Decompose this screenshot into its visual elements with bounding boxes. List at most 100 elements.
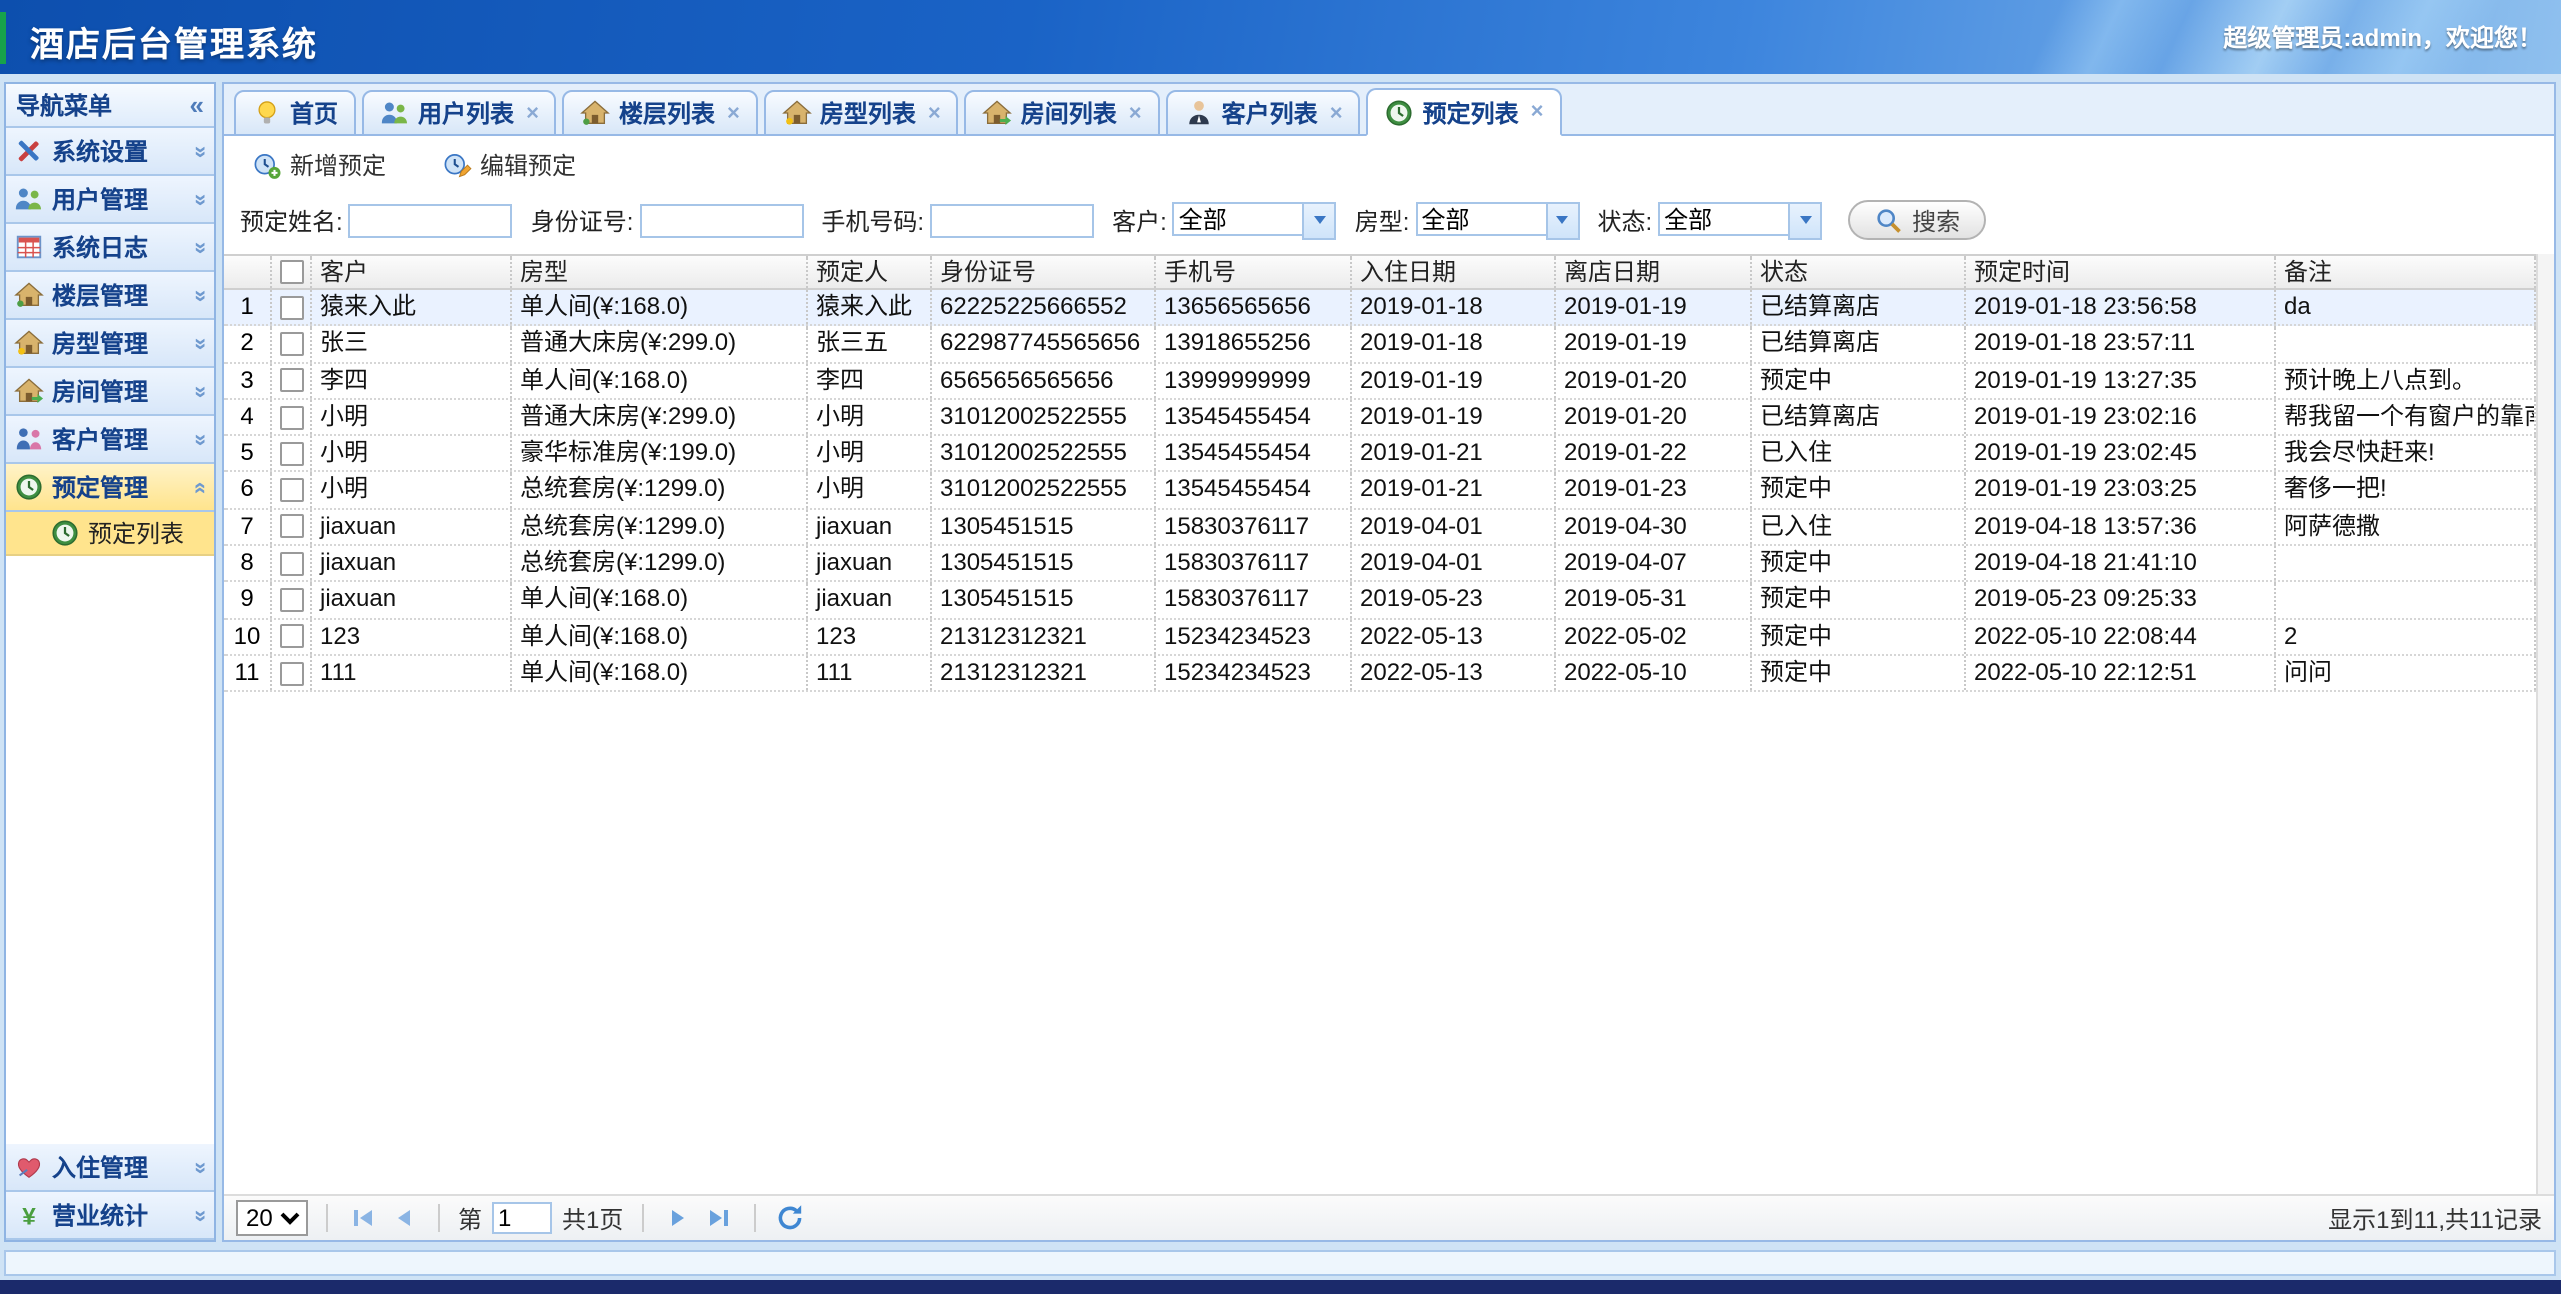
cell-checkin: 2019-01-18: [1352, 327, 1556, 362]
page-size-select[interactable]: 20: [236, 1200, 308, 1236]
sidebar-subitem-reservation-list[interactable]: 预定列表: [6, 512, 214, 556]
customer-filter-dropdown-arrow-icon[interactable]: [1303, 201, 1337, 239]
column-header-reserver[interactable]: 预定人: [808, 256, 932, 288]
table-row[interactable]: 3李四单人间(¥:168.0)李四65656565656561399999999…: [224, 363, 2536, 400]
sidebar-item-user-mgmt[interactable]: 用户管理«: [6, 176, 214, 224]
tab-close-icon[interactable]: ×: [1330, 101, 1343, 125]
column-header-checkout[interactable]: 离店日期: [1556, 256, 1752, 288]
column-header-roomtype[interactable]: 房型: [512, 256, 808, 288]
sidebar-item-system-log[interactable]: 系统日志«: [6, 224, 214, 272]
cell-status: 已入住: [1752, 436, 1966, 471]
table-scrollbar[interactable]: [2536, 254, 2554, 1194]
column-header-customer[interactable]: 客户: [312, 256, 512, 288]
column-header-checkin[interactable]: 入住日期: [1352, 256, 1556, 288]
chevron-down-icon: «: [188, 1161, 212, 1173]
reservations-table: 客户房型预定人身份证号手机号入住日期离店日期状态预定时间备注 1猿来入此单人间(…: [224, 254, 2554, 1194]
reservation-name-input[interactable]: [349, 203, 513, 237]
sidebar-subitem-label: 预定列表: [88, 516, 184, 550]
sidebar-item-label: 用户管理: [52, 182, 186, 216]
house-room-icon: [983, 98, 1013, 128]
tab-close-icon[interactable]: ×: [526, 101, 539, 125]
sidebar-item-customer-mgmt[interactable]: 客户管理«: [6, 416, 214, 464]
table-row[interactable]: 7jiaxuan总统套房(¥:1299.0)jiaxuan13054515151…: [224, 510, 2536, 547]
id-card-input[interactable]: [639, 203, 803, 237]
customer-filter-value[interactable]: [1173, 201, 1303, 235]
cell-roomtype: 单人间(¥:168.0): [512, 363, 808, 398]
page-number-input[interactable]: [492, 1202, 552, 1234]
tab-close-icon[interactable]: ×: [727, 101, 740, 125]
column-header-phone[interactable]: 手机号: [1156, 256, 1352, 288]
sidebar-item-settings[interactable]: 系统设置«: [6, 128, 214, 176]
status-filter-dropdown-arrow-icon[interactable]: [1788, 201, 1822, 239]
table-row[interactable]: 5小明豪华标准房(¥:199.0)小明310120025225551354545…: [224, 436, 2536, 473]
tab-customer-list[interactable]: 客户列表×: [1166, 90, 1361, 136]
sidebar-item-label: 楼层管理: [52, 278, 186, 312]
cell-idcard: 31012002522555: [932, 436, 1156, 471]
row-checkbox[interactable]: [279, 478, 303, 502]
sidebar-item-reservation-mgmt[interactable]: 预定管理«: [6, 464, 214, 512]
tab-user-list[interactable]: 用户列表×: [362, 90, 557, 136]
table-row[interactable]: 6小明总统套房(¥:1299.0)小明310120025225551354545…: [224, 473, 2536, 510]
tab-room-list[interactable]: 房间列表×: [965, 90, 1160, 136]
cell-checkin: 2022-05-13: [1352, 656, 1556, 691]
table-row[interactable]: 2张三普通大床房(¥:299.0)张三五62298774556565613918…: [224, 327, 2536, 364]
sidebar-item-business-stats[interactable]: ¥营业统计«: [6, 1192, 214, 1240]
cell-remark: 阿萨德撒: [2276, 510, 2536, 545]
row-checkbox[interactable]: [279, 661, 303, 685]
sidebar-item-roomtype-mgmt[interactable]: 房型管理«: [6, 320, 214, 368]
cell-checkin: 2022-05-13: [1352, 619, 1556, 654]
first-page-button[interactable]: [346, 1202, 378, 1234]
table-row[interactable]: 1猿来入此单人间(¥:168.0)猿来入此6222522566655213656…: [224, 290, 2536, 327]
cell-phone: 15234234523: [1156, 656, 1352, 691]
roomtype-filter-value[interactable]: [1415, 201, 1545, 235]
refresh-icon[interactable]: [773, 1202, 805, 1234]
tab-close-icon[interactable]: ×: [1531, 100, 1544, 124]
phone-input[interactable]: [930, 203, 1094, 237]
cell-roomtype: 单人间(¥:168.0): [512, 290, 808, 325]
column-header-idcard[interactable]: 身份证号: [932, 256, 1156, 288]
row-checkbox[interactable]: [279, 551, 303, 575]
sidebar-item-room-mgmt[interactable]: 房间管理«: [6, 368, 214, 416]
prev-page-button[interactable]: [388, 1202, 420, 1234]
cell-idcard: 31012002522555: [932, 473, 1156, 508]
column-header-remark[interactable]: 备注: [2276, 256, 2536, 288]
tab-home[interactable]: 首页: [234, 90, 356, 136]
last-page-button[interactable]: [703, 1202, 735, 1234]
search-button[interactable]: 搜索: [1848, 200, 1986, 240]
table-row[interactable]: 9jiaxuan单人间(¥:168.0)jiaxuan1305451515158…: [224, 583, 2536, 620]
lightbulb-icon: [252, 98, 282, 128]
row-checkbox[interactable]: [279, 405, 303, 429]
table-row[interactable]: 10123单人间(¥:168.0)12321312312321152342345…: [224, 619, 2536, 656]
column-header-reserve_time[interactable]: 预定时间: [1966, 256, 2276, 288]
sidebar-item-checkin-mgmt[interactable]: 入住管理«: [6, 1144, 214, 1192]
collapse-sidebar-icon[interactable]: «: [190, 90, 204, 120]
row-checkbox[interactable]: [279, 332, 303, 356]
chevron-down-icon: «: [188, 433, 212, 445]
tab-floor-list[interactable]: 楼层列表×: [563, 90, 758, 136]
add-reservation-button[interactable]: 新增预定: [240, 146, 398, 184]
tab-close-icon[interactable]: ×: [1129, 101, 1142, 125]
table-row[interactable]: 4小明普通大床房(¥:299.0)小明310120025225551354545…: [224, 400, 2536, 437]
tab-reservation-list[interactable]: 预定列表×: [1367, 88, 1562, 136]
table-row[interactable]: 11111单人间(¥:168.0)11121312312321152342345…: [224, 656, 2536, 693]
row-checkbox[interactable]: [279, 368, 303, 392]
tab-close-icon[interactable]: ×: [928, 101, 941, 125]
row-checkbox[interactable]: [279, 515, 303, 539]
sidebar-item-floor-mgmt[interactable]: 楼层管理«: [6, 272, 214, 320]
cell-status: 已结算离店: [1752, 290, 1966, 325]
search-bar: 预定姓名: 身份证号: 手机号码: 客户: 房型:: [224, 190, 2554, 254]
row-checkbox[interactable]: [279, 588, 303, 612]
tab-roomtype-list[interactable]: 房型列表×: [764, 90, 959, 136]
roomtype-filter-dropdown-arrow-icon[interactable]: [1545, 201, 1579, 239]
next-page-button[interactable]: [661, 1202, 693, 1234]
column-header-status[interactable]: 状态: [1752, 256, 1966, 288]
table-row[interactable]: 8jiaxuan总统套房(¥:1299.0)jiaxuan13054515151…: [224, 546, 2536, 583]
row-checkbox[interactable]: [279, 442, 303, 466]
status-filter-value[interactable]: [1658, 201, 1788, 235]
select-all-checkbox[interactable]: [279, 260, 303, 284]
cell-reserve_time: 2019-01-18 23:56:58: [1966, 290, 2276, 325]
edit-reservation-button[interactable]: 编辑预定: [430, 146, 588, 184]
cell-idcard: 6565656565656: [932, 363, 1156, 398]
row-checkbox[interactable]: [279, 295, 303, 319]
row-checkbox[interactable]: [279, 625, 303, 649]
